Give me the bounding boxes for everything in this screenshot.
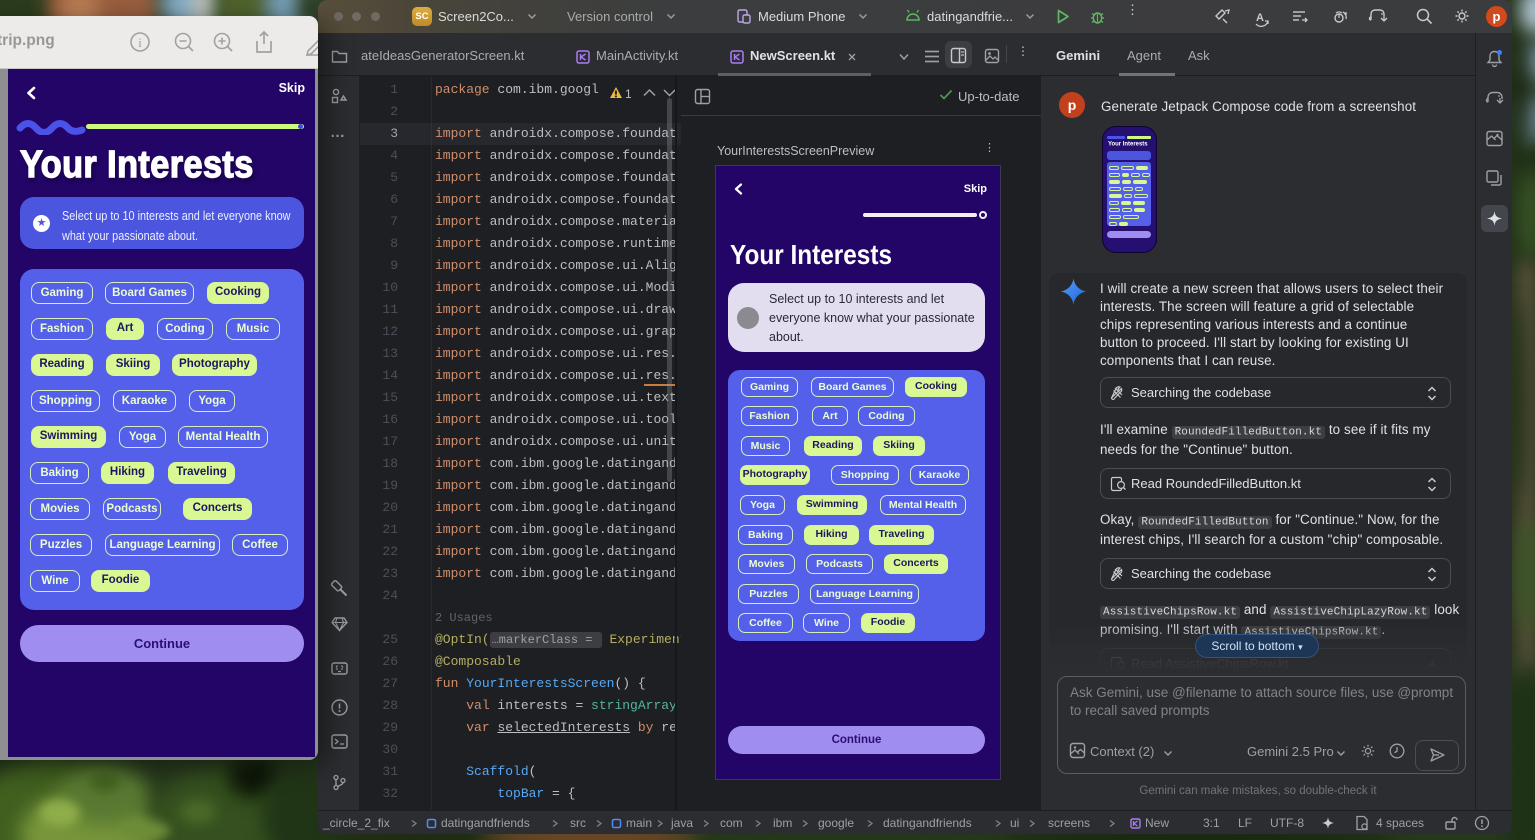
svg-text:1: 1	[625, 87, 632, 101]
svg-text:A: A	[1256, 12, 1264, 24]
svg-text:i: i	[138, 35, 142, 50]
